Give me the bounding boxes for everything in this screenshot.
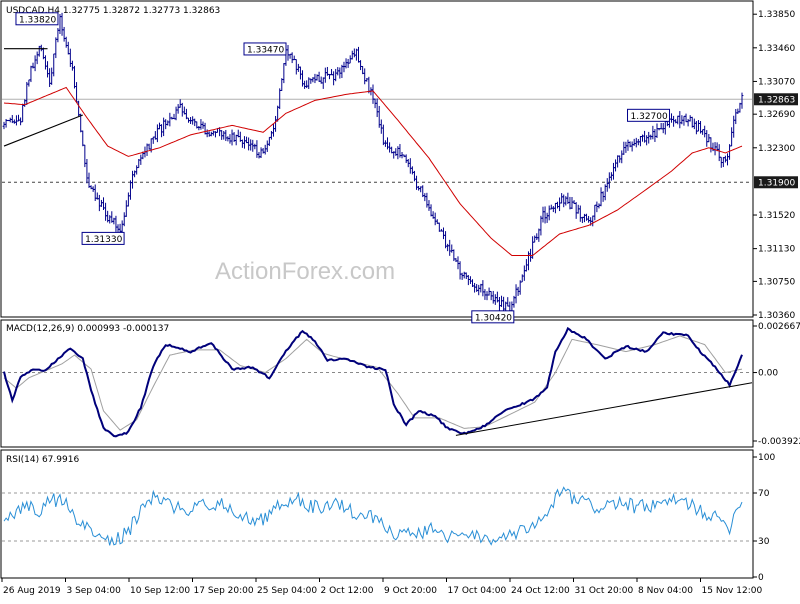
y-tick-label: 1.33460: [758, 44, 795, 54]
x-tick-label: 17 Oct 04:00: [448, 586, 507, 596]
macd-title: MACD(12,26,9) 0.000993 -0.000137: [6, 324, 169, 334]
y-tick-label: 1.30750: [758, 277, 795, 287]
y-tick-label: 1.30360: [758, 311, 795, 321]
support-level-box-label: 1.31900: [758, 178, 795, 188]
x-tick-label: 2 Oct 12:00: [321, 586, 374, 596]
y-tick-label: -0.003922: [758, 437, 800, 447]
x-tick-label: 26 Aug 2019: [3, 586, 61, 596]
y-tick-label: 0: [758, 573, 764, 583]
chart-canvas: ActionForex.com USDCAD,H4 1.32775 1.3287…: [0, 0, 800, 600]
price-label: 1.32700: [631, 112, 668, 122]
y-tick-label: 1.32690: [758, 110, 795, 120]
y-tick-label: 1.32300: [758, 144, 795, 154]
chart-window: ActionForex.com USDCAD,H4 1.32775 1.3287…: [0, 0, 800, 600]
x-tick-label: 24 Oct 12:00: [511, 586, 570, 596]
price-label: 1.33470: [247, 45, 284, 55]
y-tick-label: 1.31130: [758, 245, 795, 255]
x-tick-label: 17 Sep 20:00: [194, 586, 254, 596]
price-label: 1.30420: [475, 313, 512, 323]
y-tick-label: 70: [758, 489, 770, 499]
y-tick-label: 1.33070: [758, 77, 795, 87]
y-tick-label: 0.00: [758, 369, 778, 379]
y-tick-label: 30: [758, 537, 770, 547]
y-tick-label: 100: [758, 453, 775, 463]
x-tick-label: 31 Oct 20:00: [575, 586, 634, 596]
rsi-title: RSI(14) 67.9916: [6, 455, 79, 465]
x-tick-label: 15 Nov 12:00: [702, 586, 763, 596]
y-tick-label: 1.31520: [758, 211, 795, 221]
x-tick-label: 9 Oct 20:00: [384, 586, 437, 596]
y-tick-label: 0.002667: [758, 322, 800, 332]
x-tick-label: 10 Sep 12:00: [130, 586, 190, 596]
x-tick-label: 8 Nov 04:00: [638, 586, 693, 596]
price-label: 1.33820: [19, 15, 56, 25]
x-tick-label: 25 Sep 04:00: [257, 586, 317, 596]
current-price-box-label: 1.32863: [758, 95, 795, 105]
x-tick-label: 3 Sep 04:00: [67, 586, 122, 596]
y-tick-label: 1.33850: [758, 10, 795, 20]
price-label: 1.31330: [85, 235, 122, 245]
watermark: ActionForex.com: [215, 258, 395, 285]
